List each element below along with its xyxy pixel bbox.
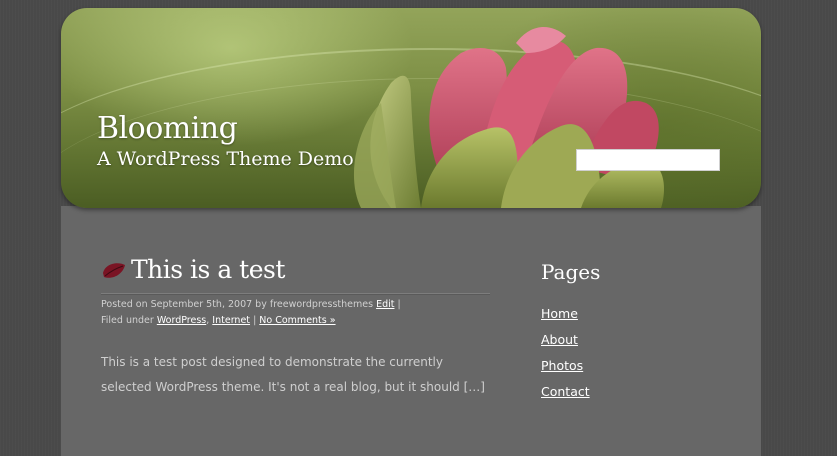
sidebar-item-photos[interactable]: Photos [541,358,583,373]
meta-separator: | [253,315,257,326]
edit-link[interactable]: Edit [376,299,394,310]
sidebar-item-about[interactable]: About [541,332,578,347]
list-item: Home [541,302,590,328]
lotus-flower-image [353,26,664,208]
post-title[interactable]: This is a test [131,255,285,284]
post-meta-line-2: Filed under WordPress, Internet | No Com… [101,314,336,328]
sidebar-item-contact[interactable]: Contact [541,384,590,399]
category-link-internet[interactable]: Internet [212,315,250,326]
category-separator: , [206,315,210,326]
post-excerpt: This is a test post designed to demonstr… [101,355,485,394]
site-description: A WordPress Theme Demo [97,148,354,170]
list-item: About [541,328,590,354]
filed-under-text: Filed under [101,315,154,326]
list-item: Contact [541,380,590,406]
posted-on-text: Posted on September 5th, 2007 by freewor… [101,299,374,310]
search-input[interactable] [576,149,720,171]
sidebar-pages-heading: Pages [541,260,601,284]
list-item: Photos [541,354,590,380]
sidebar-pages-list: Home About Photos Contact [541,302,590,406]
site-header: Blooming A WordPress Theme Demo [61,8,761,208]
site-title[interactable]: Blooming [97,111,238,146]
comments-link[interactable]: No Comments » [259,315,335,326]
post-title-divider [101,293,490,295]
sidebar-item-home[interactable]: Home [541,306,578,321]
meta-separator: | [397,299,401,310]
post-meta-line-1: Posted on September 5th, 2007 by freewor… [101,298,401,312]
content-area [61,206,761,456]
leaf-icon [103,263,125,278]
category-link-wordpress[interactable]: WordPress [157,315,206,326]
